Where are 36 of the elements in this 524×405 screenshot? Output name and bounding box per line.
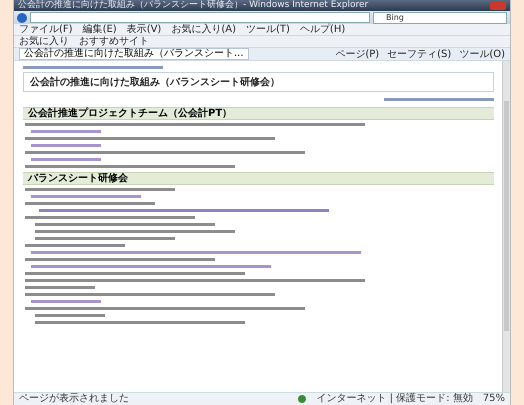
menu-item[interactable]: 表示(V) bbox=[126, 24, 162, 35]
text-line bbox=[25, 286, 95, 289]
menu-item[interactable]: ヘルプ(H) bbox=[300, 24, 346, 35]
command-menu[interactable]: ページ(P) bbox=[335, 48, 380, 60]
command-menu[interactable]: ツール(O) bbox=[459, 48, 505, 60]
link-line[interactable] bbox=[384, 98, 494, 101]
favorites-item[interactable]: おすすめサイト bbox=[79, 36, 149, 47]
scrollbar[interactable] bbox=[502, 61, 510, 392]
close-button[interactable] bbox=[490, 2, 506, 10]
menu-item[interactable]: お気に入り(A) bbox=[171, 24, 236, 35]
page-heading: 公会計の推進に向けた取組み（バランスシート研修会） bbox=[23, 72, 494, 92]
link-line[interactable] bbox=[31, 158, 101, 161]
link-line[interactable] bbox=[31, 300, 101, 303]
browser-tab[interactable]: 公会計の推進に向けた取組み（バランスシート... bbox=[19, 48, 249, 60]
status-message: ページが表示されました bbox=[19, 393, 130, 405]
section-header: バランスシート研修会 bbox=[23, 172, 494, 185]
breadcrumb-line[interactable] bbox=[23, 66, 163, 69]
link-line[interactable] bbox=[31, 265, 271, 268]
link-line[interactable] bbox=[31, 195, 141, 198]
link-line[interactable] bbox=[39, 209, 329, 212]
globe-icon bbox=[298, 395, 306, 403]
menu-item[interactable]: ツール(T) bbox=[246, 24, 290, 35]
menu-item[interactable]: ファイル(F) bbox=[19, 24, 73, 35]
section-header: 公会計推進プロジェクトチーム（公会計PT） bbox=[23, 107, 494, 120]
link-line[interactable] bbox=[31, 130, 101, 133]
link-line[interactable] bbox=[31, 251, 361, 254]
zone-label: インターネット | 保護モード: 無効 bbox=[316, 393, 473, 405]
back-button[interactable] bbox=[17, 12, 27, 22]
menu-item[interactable]: 編集(E) bbox=[82, 24, 117, 35]
favorites-item[interactable]: お気に入り bbox=[19, 36, 69, 47]
link-line[interactable] bbox=[31, 144, 101, 147]
zoom-level[interactable]: 75% bbox=[482, 393, 505, 405]
search-field[interactable]: Bing bbox=[373, 12, 507, 24]
text-line bbox=[35, 314, 105, 317]
address-field[interactable] bbox=[30, 12, 370, 23]
command-menu[interactable]: セーフティ(S) bbox=[387, 48, 452, 60]
